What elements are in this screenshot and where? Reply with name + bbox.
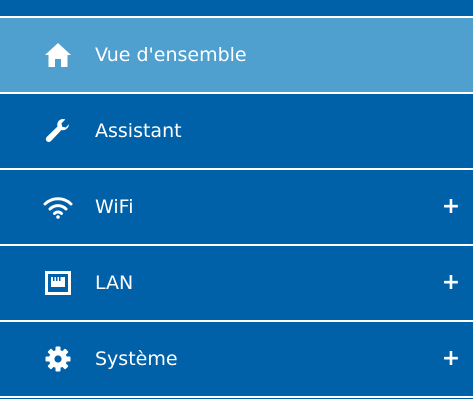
menu-divider [0,396,473,398]
menu-item-label: WiFi [95,196,134,218]
menu-item-label: Vue d'ensemble [95,44,247,66]
menu-item-label: Système [95,348,178,370]
home-icon [42,39,74,71]
menu-item-assistant[interactable]: Assistant [0,94,473,168]
menu-item-overview[interactable]: Vue d'ensemble [0,18,473,92]
expand-plus-icon[interactable]: + [441,268,461,298]
sidebar-menu: Vue d'ensemble Assistant WiFi + LAN + Sy… [0,0,473,399]
gear-icon [42,343,74,375]
menu-item-label: LAN [95,272,134,294]
menu-top-band [0,0,473,16]
menu-item-system[interactable]: Système + [0,322,473,396]
wrench-icon [42,115,74,147]
wifi-icon [42,191,74,223]
lan-port-icon [42,267,74,299]
expand-plus-icon[interactable]: + [441,192,461,222]
menu-item-lan[interactable]: LAN + [0,246,473,320]
expand-plus-icon[interactable]: + [441,344,461,374]
menu-item-label: Assistant [95,120,182,142]
menu-item-wifi[interactable]: WiFi + [0,170,473,244]
